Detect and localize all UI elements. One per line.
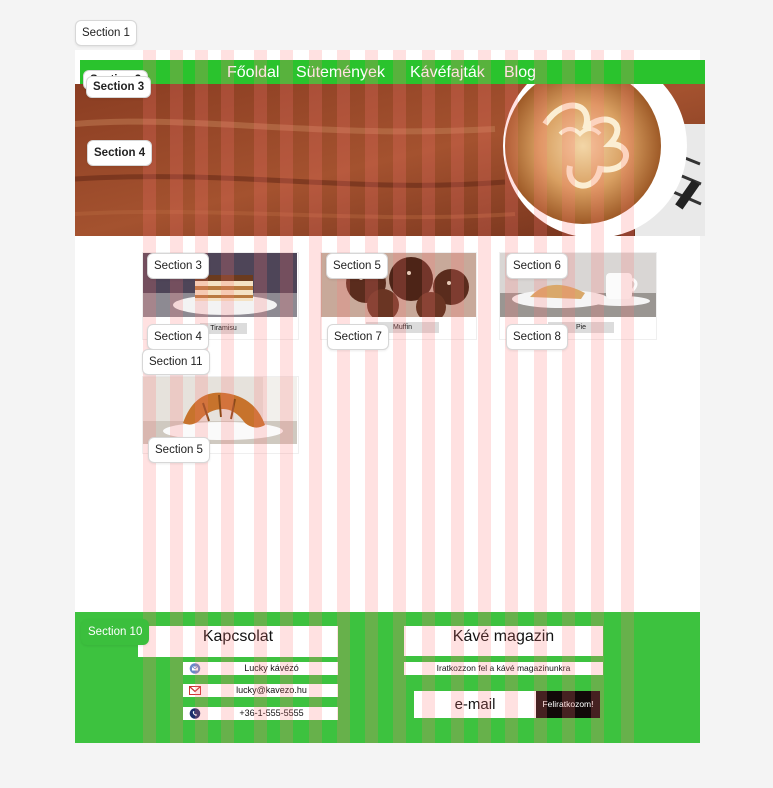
subscribe-button[interactable]: Feliratkozom!	[536, 691, 600, 718]
section-tag-5-bottom[interactable]: Section 5	[148, 437, 210, 463]
nav-item-home[interactable]: Főoldal	[227, 60, 279, 84]
section-tag-6-card[interactable]: Section 6	[506, 253, 568, 279]
section-tag-7-label[interactable]: Section 7	[327, 324, 389, 350]
hero-coffee-image	[75, 84, 705, 236]
contact-row-email[interactable]: lucky@kavezo.hu	[183, 684, 338, 697]
section-tag-4-hero[interactable]: Section 4	[87, 140, 153, 166]
mail-icon	[189, 686, 201, 695]
contact-name: Lucky kávézó	[244, 663, 299, 673]
contact-title: Kapcsolat	[138, 626, 338, 657]
contact-email[interactable]: lucky@kavezo.hu	[205, 684, 338, 697]
croissant-image	[143, 377, 297, 444]
nav-item-blog[interactable]: Blog	[504, 60, 536, 84]
section-tag-3-card[interactable]: Section 3	[147, 253, 209, 279]
magazine-title: Kávé magazin	[404, 626, 603, 656]
contact-phone: +36-1-555-5555	[239, 708, 304, 718]
section-tag-10[interactable]: Section 10	[81, 619, 150, 645]
contact-row-name: Lucky kávézó	[183, 662, 338, 675]
email-input[interactable]: e-mail	[414, 691, 536, 718]
phone-icon	[189, 708, 201, 719]
main-navbar: Főoldal Sütemények Kávéfajták Blog	[80, 60, 705, 84]
hero-banner	[75, 84, 705, 236]
magazine-subtitle: Iratkozzon fel a kávé magazinunkra	[404, 662, 603, 675]
nav-item-pastries[interactable]: Sütemények	[296, 60, 385, 84]
section-tag-11[interactable]: Section 11	[142, 349, 210, 375]
section-tag-3-header[interactable]: Section 3	[86, 76, 152, 98]
section-tag-4-label[interactable]: Section 4	[147, 324, 209, 350]
section-tag-5-card[interactable]: Section 5	[326, 253, 388, 279]
section-tag-1[interactable]: Section 1	[75, 20, 137, 46]
section-tag-8-label[interactable]: Section 8	[506, 324, 568, 350]
nav-item-coffees[interactable]: Kávéfajták	[410, 60, 485, 84]
contact-row-phone: +36-1-555-5555	[183, 707, 338, 720]
envelope-circle-icon	[189, 663, 201, 674]
